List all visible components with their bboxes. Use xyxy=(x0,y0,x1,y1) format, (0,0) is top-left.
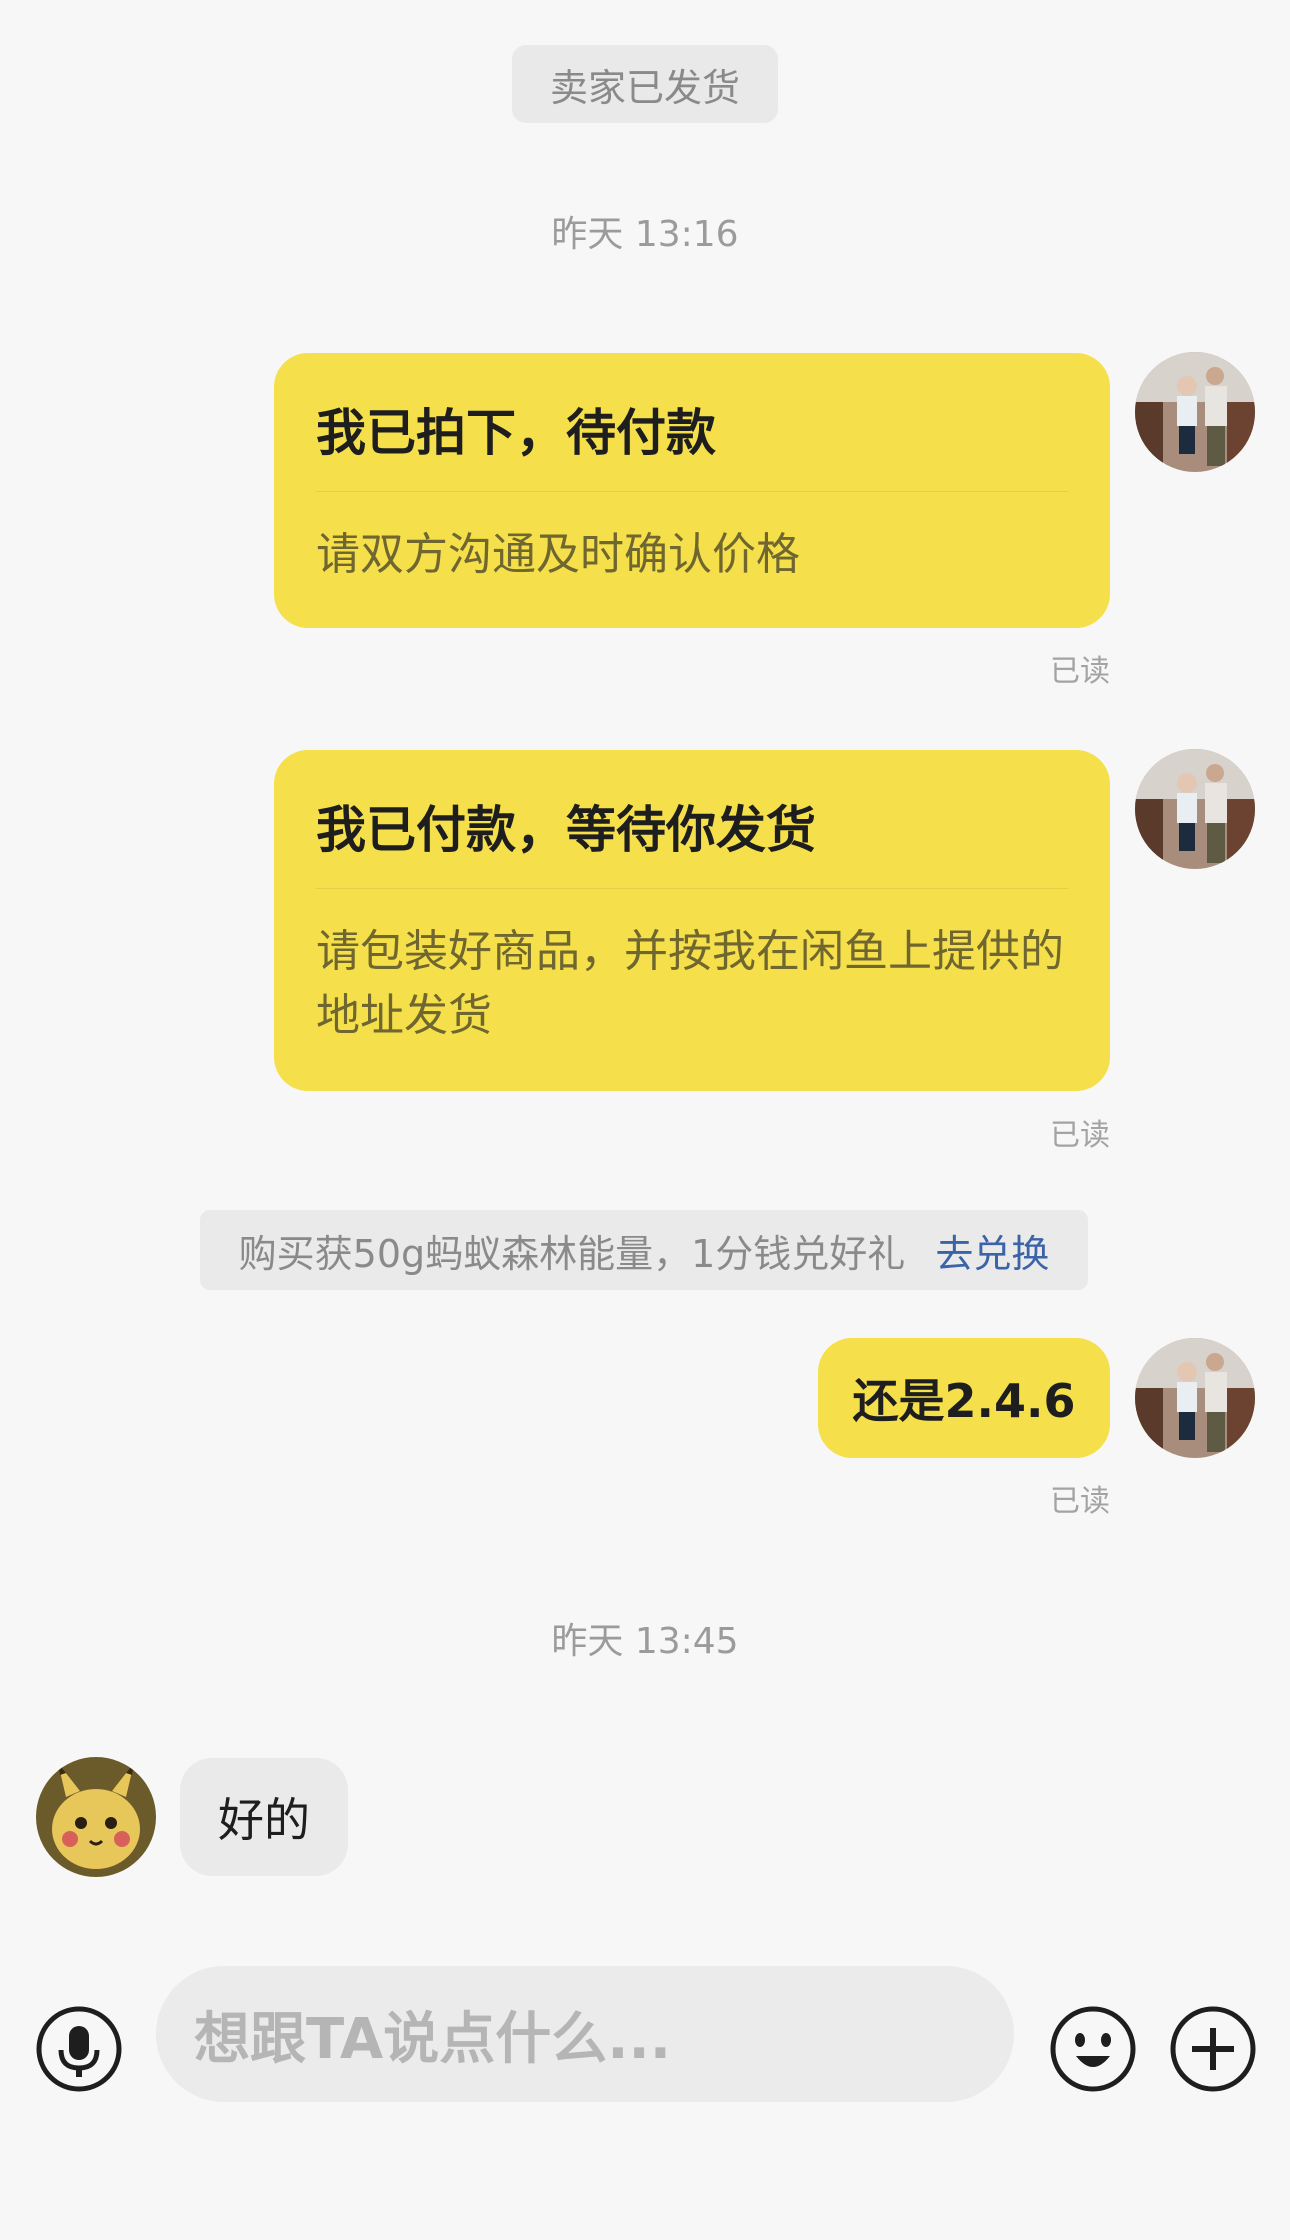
redeem-link[interactable]: 去兑换 xyxy=(935,1223,1049,1278)
my-avatar[interactable] xyxy=(1135,1338,1255,1458)
my-avatar[interactable] xyxy=(1135,352,1255,472)
card-subtitle: 请包装好商品，并按我在闲鱼上提供的地址发货 xyxy=(316,926,1064,1041)
message-text: 好的 xyxy=(218,1793,310,1847)
order-card-placed[interactable]: 我已拍下，待付款 请双方沟通及时确认价格 xyxy=(274,353,1110,628)
smiley-icon[interactable] xyxy=(1050,2006,1136,2092)
incoming-message-bubble[interactable]: 好的 xyxy=(180,1758,348,1876)
order-card-paid[interactable]: 我已付款，等待你发货 请包装好商品，并按我在闲鱼上提供的地址发货 xyxy=(274,750,1110,1091)
promo-banner: 购买获50g蚂蚁森林能量，1分钱兑好礼 去兑换 xyxy=(200,1210,1088,1290)
message-text: 还是2.4.6 xyxy=(852,1374,1076,1428)
timestamp: 昨天 13:45 xyxy=(551,1621,739,1662)
read-status: 已读 xyxy=(1050,654,1110,689)
seller-avatar[interactable] xyxy=(36,1757,156,1877)
outgoing-message-bubble[interactable]: 还是2.4.6 xyxy=(818,1338,1110,1458)
my-avatar[interactable] xyxy=(1135,749,1255,869)
read-status: 已读 xyxy=(1050,1118,1110,1153)
microphone-icon[interactable] xyxy=(36,2006,122,2092)
plus-icon[interactable] xyxy=(1170,2006,1256,2092)
read-status: 已读 xyxy=(1050,1484,1110,1519)
card-subtitle: 请双方沟通及时确认价格 xyxy=(316,529,800,580)
order-status-pill: 卖家已发货 xyxy=(512,45,778,123)
promo-text: 购买获50g蚂蚁森林能量，1分钱兑好礼 xyxy=(238,1231,906,1276)
input-placeholder: 想跟TA说点什么... xyxy=(194,2006,672,2072)
card-title: 我已付款，等待你发货 xyxy=(316,801,816,859)
message-input[interactable]: 想跟TA说点什么... xyxy=(156,1966,1014,2102)
card-divider xyxy=(316,888,1068,889)
card-title: 我已拍下，待付款 xyxy=(316,404,716,462)
card-divider xyxy=(316,491,1068,492)
timestamp: 昨天 13:16 xyxy=(551,214,739,255)
